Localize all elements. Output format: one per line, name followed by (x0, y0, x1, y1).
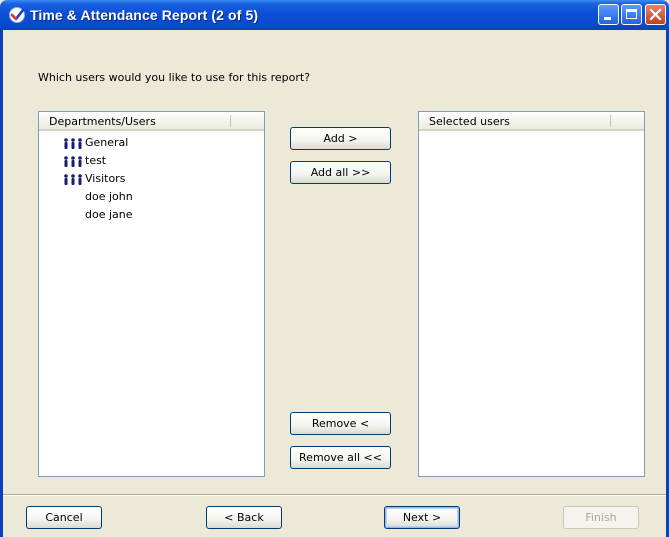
instruction-text: Which users would you like to use for th… (38, 71, 311, 84)
maximize-button[interactable] (621, 4, 642, 25)
finish-button: Finish (563, 506, 639, 529)
column-header-departments-users[interactable]: Departments/Users (39, 112, 264, 131)
app-logo-icon (9, 7, 25, 23)
tree-item-general[interactable]: General (39, 134, 264, 152)
department-icon (64, 174, 82, 185)
footer-divider-highlight (3, 495, 666, 496)
maximize-icon (626, 9, 637, 19)
window-title: Time & Attendance Report (2 of 5) (30, 7, 259, 23)
window-border-left (0, 30, 3, 537)
selected-users-list[interactable]: Selected users (418, 111, 645, 477)
column-header-label: Selected users (429, 115, 510, 128)
tree-item-test[interactable]: test (39, 152, 264, 170)
add-all-button[interactable]: Add all >> (290, 161, 391, 184)
cancel-button[interactable]: Cancel (26, 506, 102, 529)
column-header-label: Departments/Users (49, 115, 156, 128)
minimize-button[interactable] (598, 4, 619, 25)
remove-all-button[interactable]: Remove all << (290, 446, 391, 469)
department-icon (64, 138, 82, 149)
close-icon (649, 8, 662, 21)
title-bar[interactable]: Time & Attendance Report (2 of 5) (0, 0, 669, 30)
department-icon (64, 156, 82, 167)
tree-item-label: doe jane (85, 208, 133, 221)
tree-item-doe-john[interactable]: doe john (39, 188, 264, 206)
remove-button[interactable]: Remove < (290, 412, 391, 435)
add-button[interactable]: Add > (290, 127, 391, 150)
tree-item-doe-jane[interactable]: doe jane (39, 206, 264, 224)
column-separator[interactable] (610, 115, 611, 127)
column-separator[interactable] (230, 115, 231, 127)
departments-tree: General test Visitors doe john doe jane (39, 134, 264, 224)
close-button[interactable] (645, 4, 666, 25)
tree-item-visitors[interactable]: Visitors (39, 170, 264, 188)
tree-item-label: doe john (85, 190, 133, 203)
minimize-icon (604, 17, 611, 20)
next-button[interactable]: Next > (384, 506, 460, 529)
departments-users-list[interactable]: Departments/Users General test Visitors … (38, 111, 265, 477)
back-button[interactable]: < Back (206, 506, 282, 529)
report-wizard-window: Time & Attendance Report (2 of 5) Which … (0, 0, 669, 537)
column-header-selected-users[interactable]: Selected users (419, 112, 644, 131)
